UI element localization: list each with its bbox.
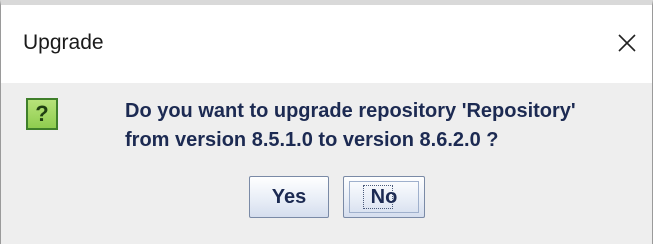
close-icon bbox=[618, 34, 636, 52]
title-bar: Upgrade bbox=[1, 5, 652, 83]
window-title: Upgrade bbox=[23, 31, 104, 54]
question-icon: ? bbox=[26, 98, 58, 130]
yes-button[interactable]: Yes bbox=[249, 176, 329, 218]
yes-button-label: Yes bbox=[271, 185, 307, 208]
close-button[interactable] bbox=[602, 19, 652, 67]
no-button-inner: No bbox=[349, 181, 419, 213]
message-line-2: from version 8.5.1.0 to version 8.6.2.0 … bbox=[125, 129, 499, 151]
dialog-message: Do you want to upgrade repository 'Repos… bbox=[125, 97, 576, 155]
no-button[interactable]: No bbox=[343, 176, 425, 218]
no-button-label: No bbox=[370, 185, 398, 208]
message-line-1: Do you want to upgrade repository 'Repos… bbox=[125, 100, 576, 122]
upgrade-dialog: Upgrade ? Do you want to upgrade reposit… bbox=[0, 0, 653, 244]
dialog-body: ? Do you want to upgrade repository 'Rep… bbox=[1, 83, 652, 244]
